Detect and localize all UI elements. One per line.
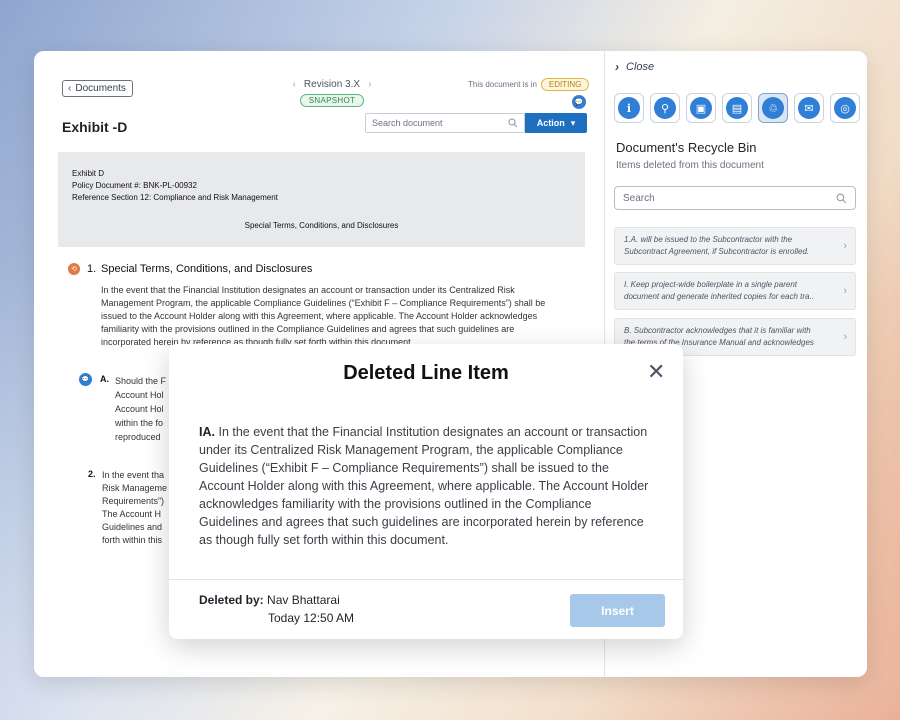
section-number: 2. (88, 469, 96, 479)
snapshot-badge[interactable]: SNAPSHOT (299, 94, 365, 107)
section-title: Special Terms, Conditions, and Disclosur… (101, 263, 313, 275)
revision-selector: ‹ Revision 3.X › SNAPSHOT (282, 79, 382, 108)
section-body[interactable]: In the event that the Financial Institut… (101, 284, 556, 349)
modal-body: IA. In the event that the Financial Inst… (199, 423, 649, 549)
prev-revision-icon[interactable]: ‹ (293, 79, 296, 90)
comment-thread-icon[interactable]: 💬 (79, 373, 92, 386)
next-revision-icon[interactable]: › (368, 79, 371, 90)
chat-icon: ✉ (798, 97, 820, 119)
modal-title: Deleted Line Item (343, 362, 509, 384)
chat-tool-button[interactable]: ✉ (794, 93, 824, 123)
section-number: 1. (87, 263, 97, 275)
recycle-bin-subtitle: Items deleted from this document (616, 160, 764, 171)
deleted-by: Deleted by: Nav Bhattarai (199, 593, 340, 607)
section-line: forth within this (102, 535, 163, 545)
search-placeholder: Search document (372, 118, 443, 128)
close-icon[interactable]: ✕ (647, 361, 665, 383)
clipboard-icon: ▤ (726, 97, 748, 119)
item-prefix: IA. (199, 425, 215, 439)
subsection-label: A. (100, 374, 109, 384)
chevron-left-icon: ‹ (68, 83, 72, 94)
deleted-by-name: Nav Bhattarai (267, 593, 340, 607)
status-prefix: This document is in (468, 80, 537, 89)
compass-tool-button[interactable]: ◎ (830, 93, 860, 123)
section-line: The Account H (102, 509, 162, 519)
recycle-bin-search-input[interactable]: Search (614, 186, 856, 210)
header-center-title: Special Terms, Conditions, and Disclosur… (244, 221, 399, 230)
deleted-item-text: I. Keep project-wide boilerplate in a si… (624, 280, 797, 289)
comments-icon[interactable]: 💬 (572, 95, 586, 109)
section-line: Risk Manageme (102, 483, 168, 493)
section-line: In the event tha (102, 470, 165, 480)
chevron-right-icon: › (615, 60, 619, 74)
deleted-item-text: document and generate inherited copies f… (624, 292, 814, 301)
action-dropdown-button[interactable]: Action ▾ (525, 113, 587, 133)
search-icon (508, 118, 518, 128)
header-line: Reference Section 12: Compliance and Ris… (72, 193, 278, 202)
search-placeholder: Search (623, 192, 655, 204)
recycle-bin-icon: ♲ (762, 97, 784, 119)
caret-down-icon: ▾ (570, 117, 576, 128)
info-tool-button[interactable]: i (614, 93, 644, 123)
contact-tool-button[interactable]: ▣ (686, 93, 716, 123)
recycle-bin-title: Document's Recycle Bin (616, 140, 757, 155)
clipboard-tool-button[interactable]: ▤ (722, 93, 752, 123)
info-icon: i (618, 97, 640, 119)
deleted-time: Today 12:50 AM (268, 611, 355, 625)
editing-badge: EDITING (540, 78, 590, 91)
key-search-icon: ⚲ (654, 97, 676, 119)
deleted-item-text: Subcontract Agreement, if Subcontractor … (624, 247, 810, 256)
document-status: This document is in EDITING (468, 78, 590, 91)
header-line: Exhibit D (72, 169, 105, 178)
close-label: Close (626, 61, 655, 73)
insert-button[interactable]: Insert (570, 594, 665, 627)
section-body[interactable]: In the event tha Risk Manageme Requireme… (102, 469, 172, 547)
back-button-label: Documents (75, 83, 126, 94)
search-tool-button[interactable]: ⚲ (650, 93, 680, 123)
divider (169, 579, 683, 580)
chevron-right-icon: › (843, 240, 847, 252)
section-line: Guidelines and (102, 522, 163, 532)
close-panel-button[interactable]: › Close (615, 60, 654, 74)
history-icon[interactable]: ⟲ (68, 263, 80, 275)
deleted-item-modal: Deleted Line Item ✕ IA. In the event tha… (169, 344, 683, 639)
deleted-item[interactable]: 1.A. will be issued to the Subcontractor… (614, 227, 856, 265)
deleted-item[interactable]: I. Keep project-wide boilerplate in a si… (614, 272, 856, 310)
contact-card-icon: ▣ (690, 97, 712, 119)
section-line: Requirements”) (102, 496, 165, 506)
back-to-documents-button[interactable]: ‹ Documents (62, 80, 133, 97)
document-header-block: Exhibit D Policy Document #: BNK-PL-0093… (58, 152, 585, 247)
compass-icon: ◎ (834, 97, 856, 119)
action-label: Action (536, 118, 565, 128)
chevron-right-icon: › (843, 331, 847, 343)
panel-toolbar: i ⚲ ▣ ▤ ♲ ✉ ◎ (614, 93, 860, 123)
search-icon (836, 192, 847, 203)
recycle-bin-tool-button[interactable]: ♲ (758, 93, 788, 123)
page-title: Exhibit -D (62, 119, 128, 135)
deleted-item-text: 1.A. will be issued to the Subcontractor… (624, 235, 793, 244)
chevron-right-icon: › (843, 285, 847, 297)
deleted-item-text: B. Subcontractor acknowledges that it is… (624, 326, 811, 335)
deleted-by-label: Deleted by: (199, 593, 264, 607)
document-search-input[interactable]: Search document (365, 113, 525, 133)
revision-label: Revision 3.X (303, 79, 361, 90)
item-text: In the event that the Financial Institut… (199, 425, 649, 547)
header-line: Policy Document #: BNK-PL-00932 (72, 181, 197, 190)
